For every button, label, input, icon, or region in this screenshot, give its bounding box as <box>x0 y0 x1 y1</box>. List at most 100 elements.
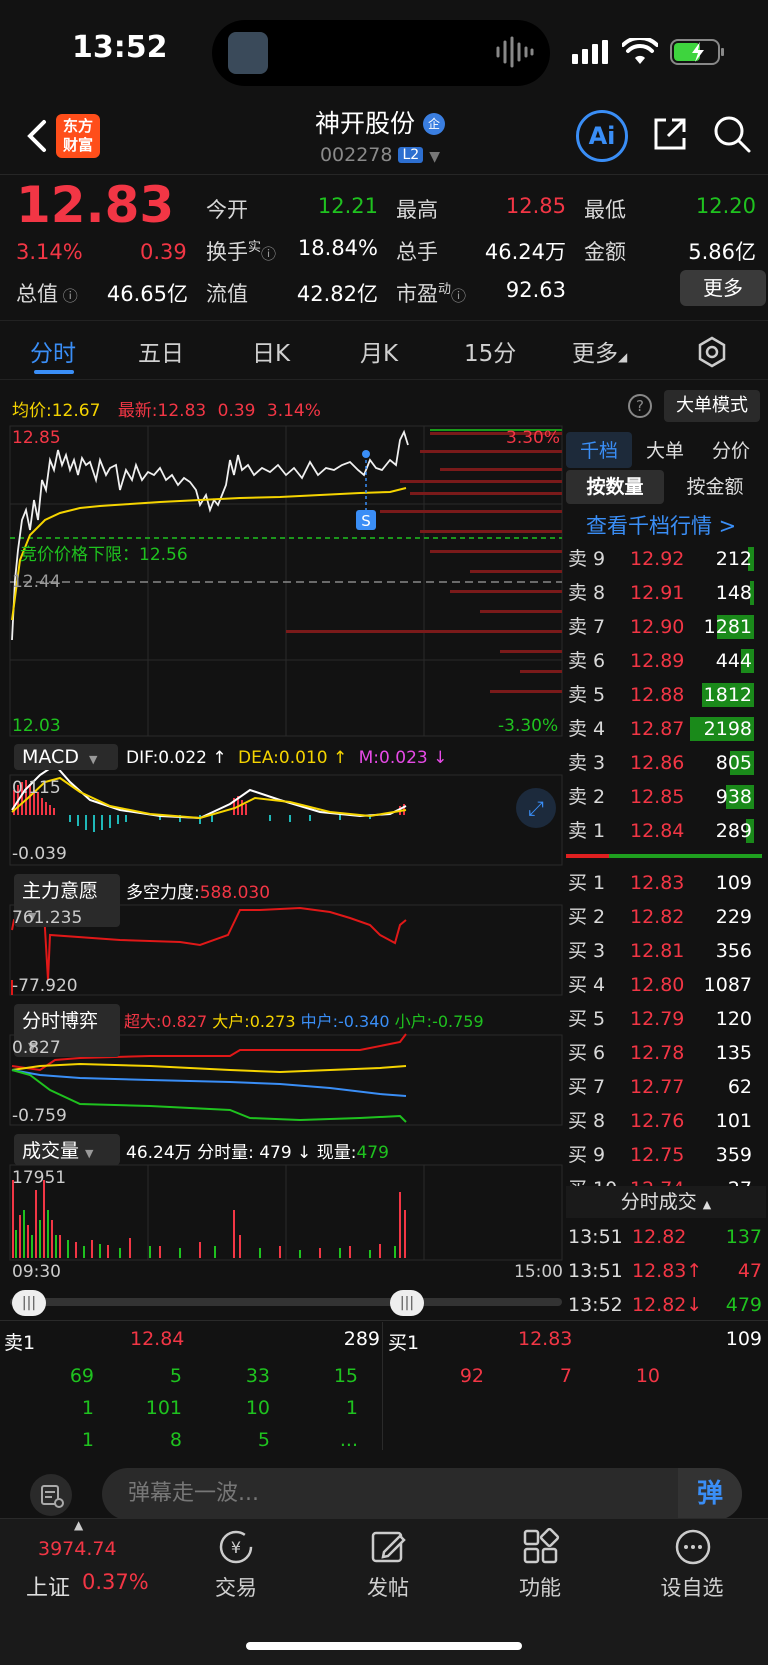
ask-price: 12.86 <box>630 752 685 774</box>
time-range-track[interactable] <box>10 1298 562 1306</box>
bid-list: 买 1 12.83 109 买 2 12.82 229 买 3 12.81 356 买 4 12.8… <box>566 866 766 1186</box>
ai-button[interactable]: Ai <box>576 110 628 162</box>
sell-marker: S <box>361 512 371 530</box>
queue-buy-vol: 109 <box>725 1328 762 1350</box>
post-icon[interactable] <box>370 1528 408 1566</box>
bid-volume: 359 <box>715 1144 752 1166</box>
divider <box>0 1320 768 1321</box>
sort-by-qty[interactable]: 按数量 <box>566 470 664 504</box>
tab-five-day[interactable]: 五日 <box>138 334 184 368</box>
bid-row[interactable]: 买 7 12.77 62 <box>566 1070 766 1104</box>
bid-row[interactable]: 买 5 12.79 120 <box>566 1002 766 1036</box>
tick-list: 13:51 12.82 137 13:51 12.83↑ 47 13:52 12.82↓ 479 <box>566 1220 764 1322</box>
index-name[interactable]: 上证 <box>26 1570 70 1602</box>
volume-selector[interactable]: 成交量 ▼ <box>14 1134 120 1165</box>
ask-price: 12.90 <box>630 616 685 638</box>
danmu-send-button[interactable]: 弹 <box>678 1468 742 1520</box>
queue-sell-price: 12.84 <box>130 1328 185 1350</box>
queue-order-volume: 7 <box>559 1365 572 1387</box>
ask-row[interactable]: 卖 8 12.91 148 <box>566 576 766 610</box>
expand-icon[interactable]: ⤢ <box>516 788 556 828</box>
ask-price: 12.84 <box>630 820 685 842</box>
tab-intraday[interactable]: 分时 <box>30 334 76 368</box>
bid-row[interactable]: 买 9 12.75 359 <box>566 1138 766 1172</box>
sort-by-amount[interactable]: 按金额 <box>670 470 760 504</box>
big-order-mode-button[interactable]: 大单模式 <box>664 390 760 422</box>
amount-label: 金额 <box>584 240 626 264</box>
ask-row[interactable]: 卖 4 12.87 2198 <box>566 712 766 746</box>
ask-row[interactable]: 卖 9 12.92 212 <box>566 542 766 576</box>
bid-row[interactable]: 买 1 12.83 109 <box>566 866 766 900</box>
queue-order-volume: 69 <box>69 1365 94 1387</box>
bid-row[interactable]: 买 4 12.80 1087 <box>566 968 766 1002</box>
bid-row[interactable]: 买 2 12.82 229 <box>566 900 766 934</box>
high-label: 最高 <box>396 198 438 222</box>
y-bottom-label: 12.03 <box>12 716 61 736</box>
bid-price: 12.80 <box>630 974 685 996</box>
stock-title: 神开股份 企 <box>250 104 510 140</box>
volume-top: 17951 <box>12 1168 67 1188</box>
ask-row[interactable]: 卖 5 12.88 1812 <box>566 678 766 712</box>
danmu-input[interactable]: 弹幕走一波... <box>102 1468 742 1520</box>
tab-depth[interactable]: 千档 <box>580 436 618 463</box>
tick-time: 13:52 <box>568 1294 623 1316</box>
tick-volume: 479 <box>725 1294 762 1316</box>
nav-function[interactable]: 功能 <box>490 1572 590 1602</box>
nav-add-watchlist[interactable]: 设自选 <box>642 1572 742 1602</box>
bid-row[interactable]: 买 8 12.76 101 <box>566 1104 766 1138</box>
range-handle-left[interactable]: ||| <box>12 1290 46 1316</box>
macd-selector[interactable]: MACD ▼ <box>14 744 118 770</box>
queue-order-volume: 8 <box>169 1429 182 1451</box>
ask-price: 12.85 <box>630 786 685 808</box>
tab-daily-k[interactable]: 日K <box>252 334 290 368</box>
search-icon[interactable] <box>712 114 752 154</box>
ticks-title[interactable]: 分时成交 ▲ <box>566 1186 766 1218</box>
bid-row[interactable]: 买 3 12.81 356 <box>566 934 766 968</box>
queue-sell-vol: 289 <box>343 1328 380 1350</box>
change-amt: 0.39 <box>140 240 187 264</box>
more-button[interactable]: 更多 <box>680 270 766 306</box>
tab-more[interactable]: 更多◢ <box>572 334 627 368</box>
bid-volume: 109 <box>715 872 752 894</box>
index-expand-icon: ▲ <box>74 1518 84 1532</box>
volume-bars <box>12 1180 406 1258</box>
low-value: 12.20 <box>695 194 756 218</box>
app-logo[interactable]: 东方 财富 <box>56 114 100 158</box>
float-cap-value: 42.82亿 <box>296 282 378 306</box>
bid-row[interactable]: 买 10 12.74 27 <box>566 1172 766 1186</box>
bid-row[interactable]: 买 6 12.78 135 <box>566 1036 766 1070</box>
settings-icon[interactable] <box>696 336 728 368</box>
watchlist-icon[interactable] <box>674 1528 712 1566</box>
trade-icon[interactable]: ¥ <box>216 1528 256 1566</box>
bid-label: 买 3 <box>568 940 606 962</box>
ask-row[interactable]: 卖 6 12.89 444 <box>566 644 766 678</box>
ask-row[interactable]: 卖 3 12.86 805 <box>566 746 766 780</box>
index-pct[interactable]: 0.37% <box>82 1570 149 1594</box>
share-icon[interactable] <box>652 116 688 152</box>
nav-post[interactable]: 发帖 <box>338 1572 438 1602</box>
ask-price: 12.92 <box>630 548 685 570</box>
tab-15min[interactable]: 15分 <box>464 334 516 368</box>
price-line <box>11 429 409 641</box>
queue-order-volume: 15 <box>333 1365 358 1387</box>
ask-row[interactable]: 卖 7 12.90 1281 <box>566 610 766 644</box>
queue-order-volume: 5 <box>257 1429 270 1451</box>
back-icon[interactable] <box>22 116 52 156</box>
nav-trade[interactable]: 交易 <box>186 1572 286 1602</box>
stock-code-row[interactable]: 002278 L2 ▼ <box>250 144 510 166</box>
bid-volume: 135 <box>715 1042 752 1064</box>
macd-bottom: -0.039 <box>12 844 67 864</box>
function-icon[interactable] <box>522 1528 560 1566</box>
tab-big-order[interactable]: 大单 <box>646 436 684 463</box>
turnover-label: 换手实ⓘ <box>206 240 277 264</box>
ask-row[interactable]: 卖 1 12.84 289 <box>566 814 766 848</box>
range-handle-right[interactable]: ||| <box>390 1290 424 1316</box>
tab-monthly-k[interactable]: 月K <box>360 334 398 368</box>
danmu-toggle-icon[interactable] <box>30 1474 72 1516</box>
help-icon[interactable]: ? <box>628 394 652 418</box>
ask-row[interactable]: 卖 2 12.85 938 <box>566 780 766 814</box>
bid-label: 买 9 <box>568 1144 606 1166</box>
tab-price-dist[interactable]: 分价 <box>712 436 750 463</box>
view-full-depth-link[interactable]: 查看千档行情 > <box>586 510 736 540</box>
index-value[interactable]: 3974.74 <box>38 1538 117 1560</box>
